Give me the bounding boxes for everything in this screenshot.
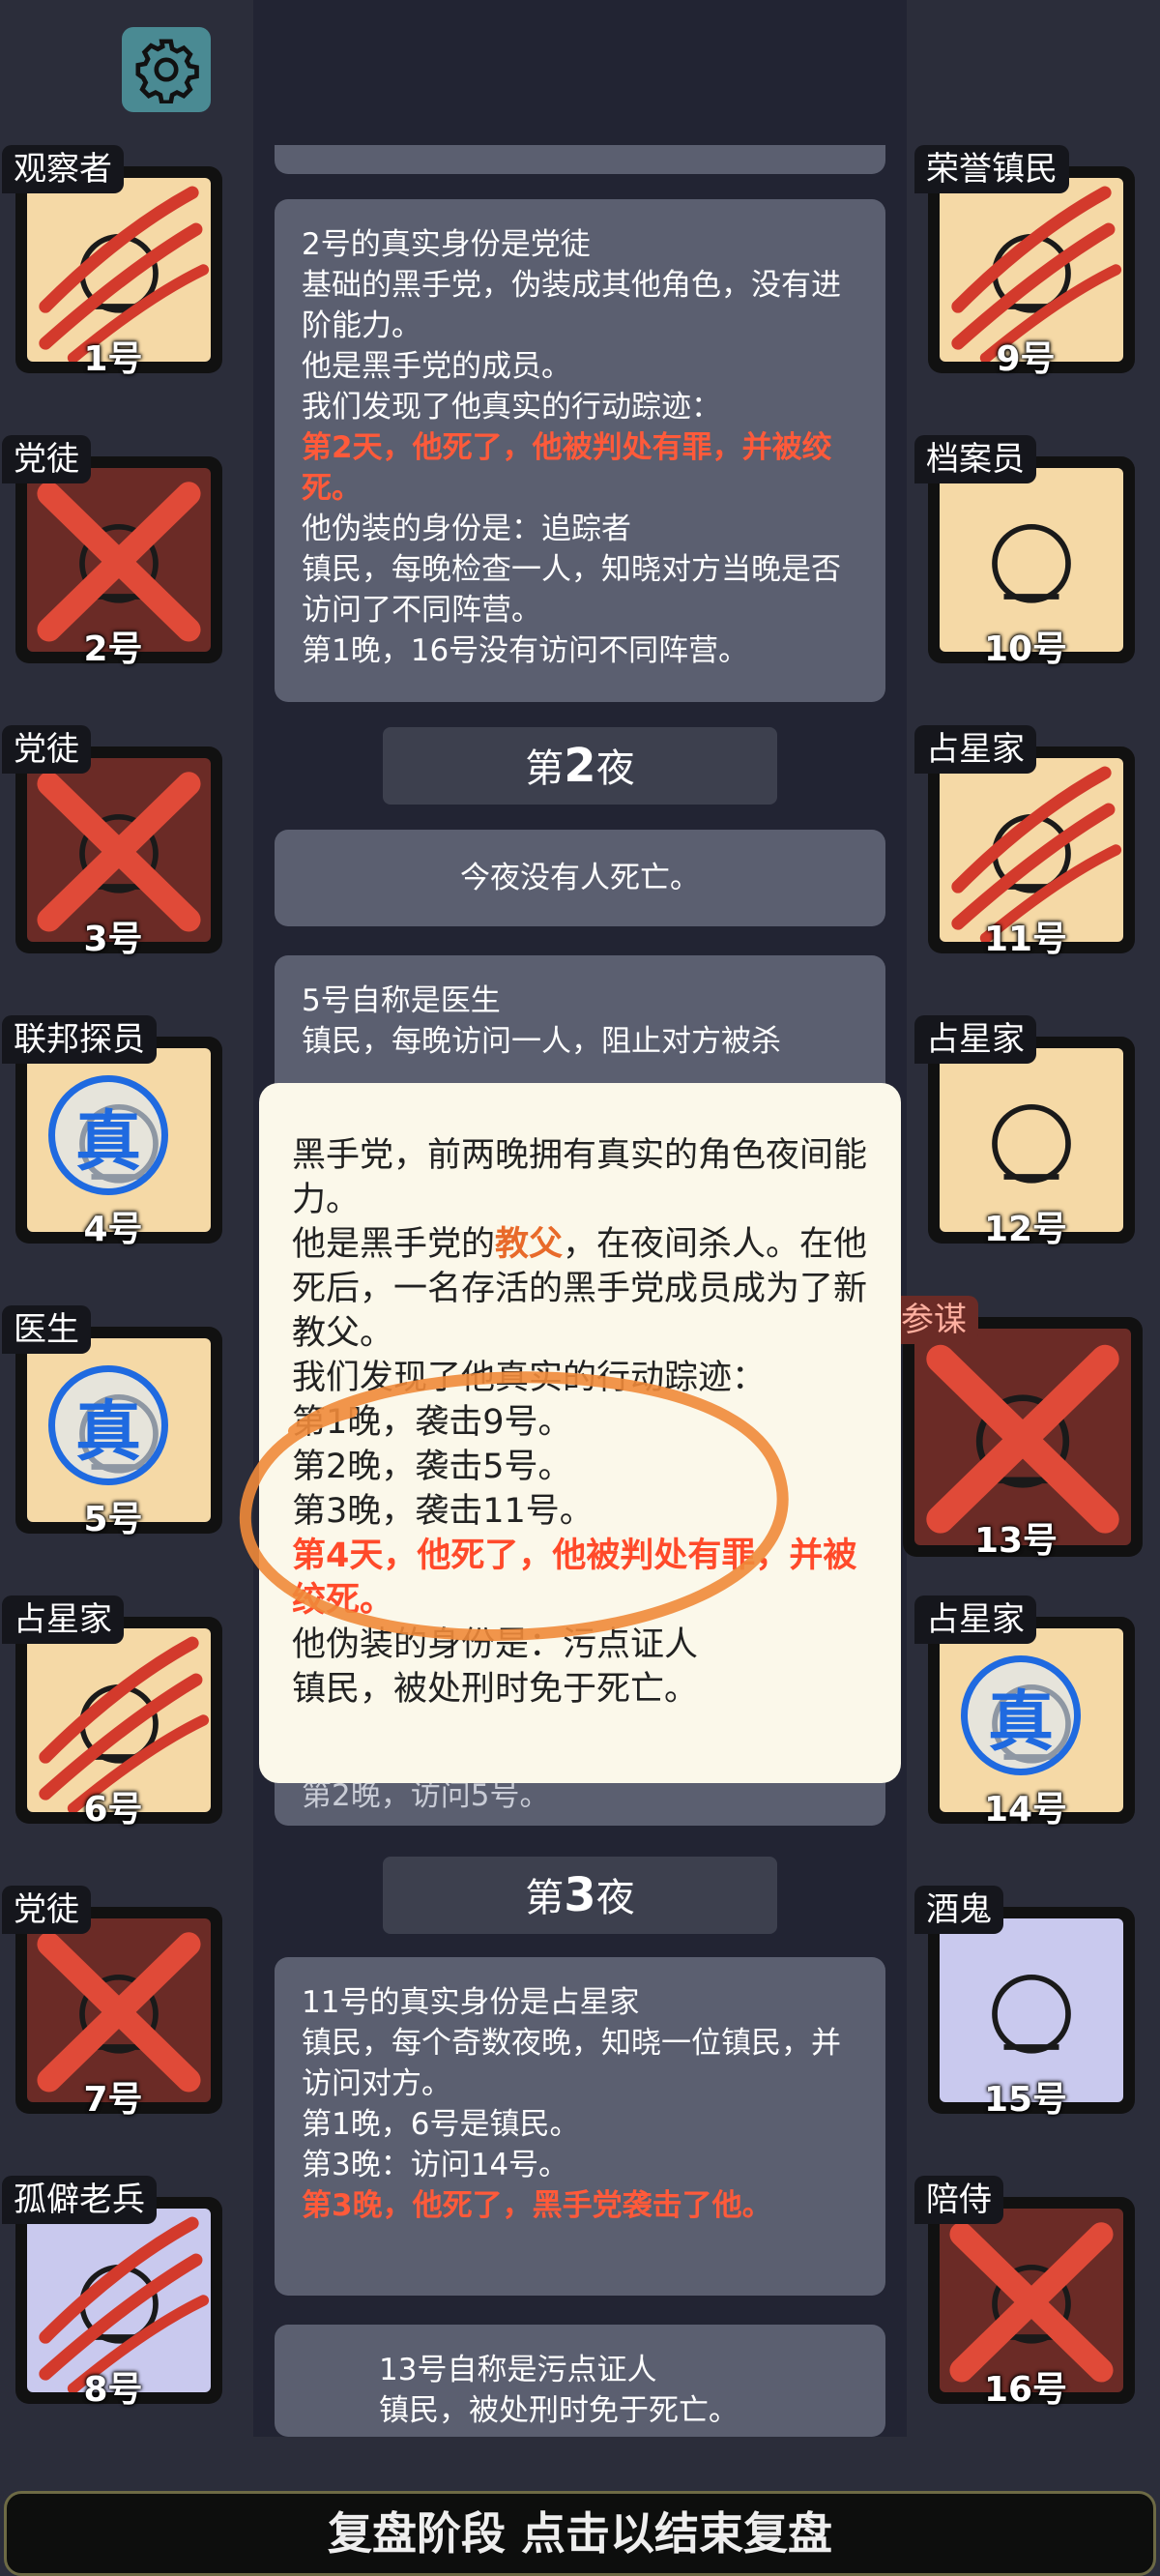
log-line: 我们发现了他真实的行动踪迹：: [302, 390, 721, 424]
player-number: 1号: [83, 339, 143, 379]
player-card[interactable]: 党徒 7号: [2, 1886, 224, 2120]
log-line: 第1晚，16号没有访问不同阵营。: [302, 633, 749, 668]
log-line: 2号的真实身份是党徒: [302, 227, 591, 262]
player-role-label: 党徒: [2, 435, 91, 483]
player-number: 3号: [83, 920, 143, 959]
player-card[interactable]: 参谋 13号: [889, 1296, 1143, 1561]
gear-icon: [135, 39, 199, 103]
night-header: 第3夜: [383, 1857, 777, 1934]
player-card[interactable]: 陪侍 16号: [914, 2176, 1137, 2410]
log-line: 镇民，每晚检查一人，知晓对方当晚是否访问了不同阵营。: [302, 552, 841, 628]
player-role-label: 占星家: [914, 725, 1036, 774]
popup-line: 黑手党，前两晚拥有真实的角色夜间能力。: [292, 1136, 868, 1219]
log-line: 今夜没有人死亡。: [460, 861, 700, 895]
log-line: 第3晚：访问14号。: [302, 2148, 569, 2182]
log-entry: 13号自称是污点证人 镇民，被处刑时免于死亡。: [275, 2325, 885, 2437]
popup-line: 他是黑手党的教父，在夜间杀人。在他死后，一名存活的黑手党成员成为了新教父。: [292, 1222, 868, 1356]
player-number: 10号: [983, 629, 1068, 669]
player-number: 9号: [996, 339, 1056, 379]
log-entry: 2号的真实身份是党徒 基础的黑手党，伪装成其他角色，没有进阶能力。 他是黑手党的…: [275, 199, 885, 702]
player-role-label: 占星家: [914, 1015, 1036, 1064]
player-number: 14号: [983, 1790, 1068, 1830]
log-line: 第1晚，6号是镇民。: [302, 2107, 580, 2142]
log-line: 11号的真实身份是占星家: [302, 1985, 640, 2020]
player-number: 15号: [983, 2080, 1068, 2120]
true-badge-icon: 真: [48, 1075, 168, 1195]
popup-text: 他是黑手党的: [292, 1225, 496, 1264]
player-role-label: 陪侍: [914, 2176, 1003, 2224]
log-line: 13号自称是污点证人: [379, 2353, 657, 2387]
player-role-label: 孤僻老兵: [2, 2176, 157, 2224]
player-card[interactable]: 占星家 12号: [914, 1015, 1137, 1249]
player-card[interactable]: 占星家 6号: [2, 1595, 224, 1830]
night-suffix: 夜: [595, 746, 635, 791]
night-number: 3: [564, 1868, 596, 1922]
player-card[interactable]: 占星家 11号: [914, 725, 1137, 959]
player-number: 4号: [83, 1210, 143, 1249]
role-detail-popup[interactable]: 黑手党，前两晚拥有真实的角色夜间能力。 他是黑手党的教父，在夜间杀人。在他死后，…: [239, 1083, 901, 1783]
player-role-label: 党徒: [2, 1886, 91, 1934]
player-role-label: 档案员: [914, 435, 1036, 483]
log-line: 镇民，每个奇数夜晚，知晓一位镇民，并访问对方。: [302, 2026, 841, 2101]
player-card[interactable]: 真 联邦探员 4号: [2, 1015, 224, 1249]
player-role-label: 参谋: [889, 1296, 978, 1344]
player-number: 13号: [973, 1521, 1058, 1561]
night-suffix: 夜: [595, 1876, 635, 1920]
player-role-label: 酒鬼: [914, 1886, 1003, 1934]
log-line: 镇民，被处刑时免于死亡。: [379, 2393, 739, 2428]
player-number: 5号: [83, 1500, 143, 1539]
orange-circle-annotation: [239, 1371, 789, 1641]
player-role-label: 观察者: [2, 145, 124, 193]
night-prefix: 第: [525, 746, 565, 791]
night-prefix: 第: [525, 1876, 565, 1920]
player-role-label: 占星家: [914, 1595, 1036, 1644]
night-header: 第2夜: [383, 727, 777, 805]
player-number: 16号: [983, 2370, 1068, 2410]
player-card[interactable]: 酒鬼 15号: [914, 1886, 1137, 2120]
player-card[interactable]: 真 占星家 14号: [914, 1595, 1137, 1830]
player-card[interactable]: 荣誉镇民 9号: [914, 145, 1137, 379]
player-card[interactable]: 观察者 1号: [2, 145, 224, 379]
log-line: 他伪装的身份是：追踪者: [302, 512, 631, 546]
popup-line: 镇民，被处刑时免于死亡。: [292, 1670, 699, 1709]
log-entry: 今夜没有人死亡。: [275, 830, 885, 926]
player-number: 2号: [83, 629, 143, 669]
player-role-label: 占星家: [2, 1595, 124, 1644]
log-line: 基础的黑手党，伪装成其他角色，没有进阶能力。: [302, 268, 841, 343]
player-number: 8号: [83, 2370, 143, 2410]
player-role-label: 荣誉镇民: [914, 145, 1069, 193]
log-line-death: 第3晚，他死了，黑手党袭击了他。: [302, 2188, 772, 2223]
true-badge-icon: 真: [961, 1655, 1081, 1775]
log-line: 5号自称是医生: [302, 983, 501, 1018]
player-role-label: 联邦探员: [2, 1015, 157, 1064]
settings-button[interactable]: [122, 27, 211, 112]
player-role-label: 党徒: [2, 725, 91, 774]
popup-role-name: 教父: [495, 1225, 564, 1264]
player-card[interactable]: 档案员 10号: [914, 435, 1137, 669]
log-entry-top-edge: [275, 145, 885, 174]
player-number: 11号: [983, 920, 1068, 959]
player-card[interactable]: 真 医生 5号: [2, 1305, 224, 1539]
player-role-label: 医生: [2, 1305, 91, 1354]
player-number: 6号: [83, 1790, 143, 1830]
true-badge-icon: 真: [48, 1365, 168, 1485]
player-number: 7号: [83, 2080, 143, 2120]
player-card[interactable]: 党徒 3号: [2, 725, 224, 959]
log-entry: 11号的真实身份是占星家 镇民，每个奇数夜晚，知晓一位镇民，并访问对方。 第1晚…: [275, 1957, 885, 2296]
end-review-button[interactable]: 复盘阶段 点击以结束复盘: [4, 2491, 1156, 2576]
log-line-death: 第2天，他死了，他被判处有罪，并被绞死。: [302, 430, 832, 506]
player-number: 12号: [983, 1210, 1068, 1249]
player-card[interactable]: 孤僻老兵 8号: [2, 2176, 224, 2410]
night-number: 2: [564, 739, 596, 793]
log-line: 镇民，每晚访问一人，阻止对方被杀: [302, 1024, 781, 1059]
player-card[interactable]: 党徒 2号: [2, 435, 224, 669]
log-line: 他是黑手党的成员。: [302, 349, 571, 384]
